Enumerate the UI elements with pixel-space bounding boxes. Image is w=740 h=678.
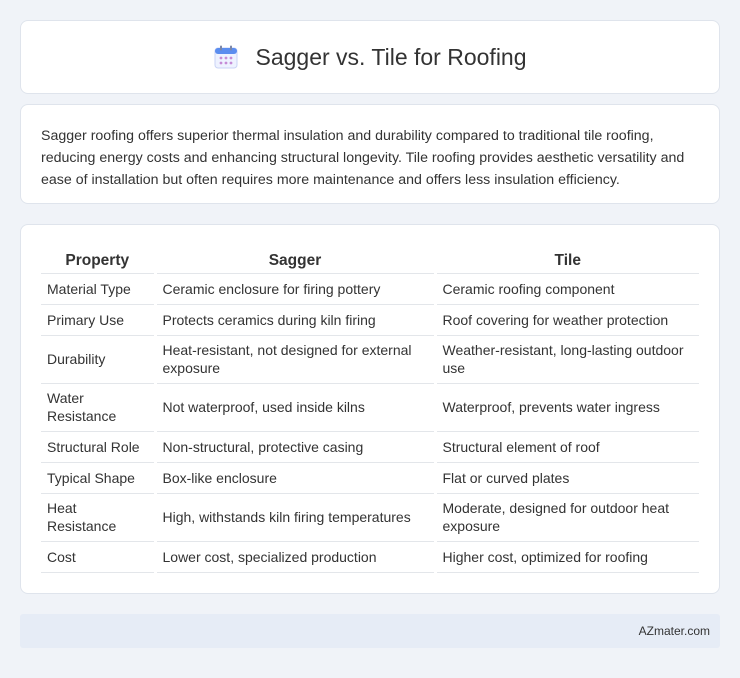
summary-text: Sagger roofing offers superior thermal i… (41, 128, 685, 188)
tile-cell: Flat or curved plates (433, 462, 699, 494)
page-title: Sagger vs. Tile for Roofing (255, 43, 527, 70)
sagger-cell: Ceramic enclosure for firing pottery (153, 273, 435, 305)
calendar-icon (213, 44, 239, 70)
comparison-table-card: Property Sagger Tile Material Type Ceram… (20, 224, 720, 594)
sagger-cell: Box-like enclosure (153, 462, 435, 494)
sagger-cell: Non-structural, protective casing (153, 431, 435, 463)
table-row: Primary Use Protects ceramics during kil… (41, 304, 699, 336)
footer: AZmater.com (20, 614, 720, 648)
property-cell: Cost (41, 541, 155, 573)
column-header-property: Property (41, 245, 155, 274)
table-row: Water Resistance Not waterproof, used in… (41, 383, 699, 432)
summary-card: Sagger roofing offers superior thermal i… (20, 104, 720, 204)
sagger-cell: Not waterproof, used inside kilns (153, 383, 435, 432)
title-card: Sagger vs. Tile for Roofing (20, 20, 720, 94)
tile-cell: Roof covering for weather protection (433, 304, 699, 336)
column-header-tile: Tile (433, 245, 699, 274)
sagger-cell: Protects ceramics during kiln firing (153, 304, 435, 336)
tile-cell: Moderate, designed for outdoor heat expo… (433, 493, 699, 542)
table-row: Heat Resistance High, withstands kiln fi… (41, 493, 699, 542)
tile-cell: Structural element of roof (433, 431, 699, 463)
property-cell: Material Type (41, 273, 155, 305)
sagger-cell: High, withstands kiln firing temperature… (153, 493, 435, 542)
comparison-table: Property Sagger Tile Material Type Ceram… (41, 245, 699, 573)
sagger-cell: Heat-resistant, not designed for externa… (153, 335, 435, 384)
property-cell: Primary Use (41, 304, 155, 336)
table-row: Structural Role Non-structural, protecti… (41, 431, 699, 463)
tile-cell: Waterproof, prevents water ingress (433, 383, 699, 432)
column-header-sagger: Sagger (153, 245, 435, 274)
table-row: Material Type Ceramic enclosure for firi… (41, 273, 699, 305)
tile-cell: Higher cost, optimized for roofing (433, 541, 699, 573)
footer-brand[interactable]: AZmater.com (639, 624, 710, 638)
table-row: Cost Lower cost, specialized production … (41, 541, 699, 573)
table-row: Typical Shape Box-like enclosure Flat or… (41, 462, 699, 494)
tile-cell: Weather-resistant, long-lasting outdoor … (433, 335, 699, 384)
property-cell: Water Resistance (41, 383, 155, 432)
property-cell: Typical Shape (41, 462, 155, 494)
property-cell: Durability (41, 335, 155, 384)
property-cell: Structural Role (41, 431, 155, 463)
tile-cell: Ceramic roofing component (433, 273, 699, 305)
table-row: Durability Heat-resistant, not designed … (41, 335, 699, 384)
property-cell: Heat Resistance (41, 493, 155, 542)
sagger-cell: Lower cost, specialized production (153, 541, 435, 573)
